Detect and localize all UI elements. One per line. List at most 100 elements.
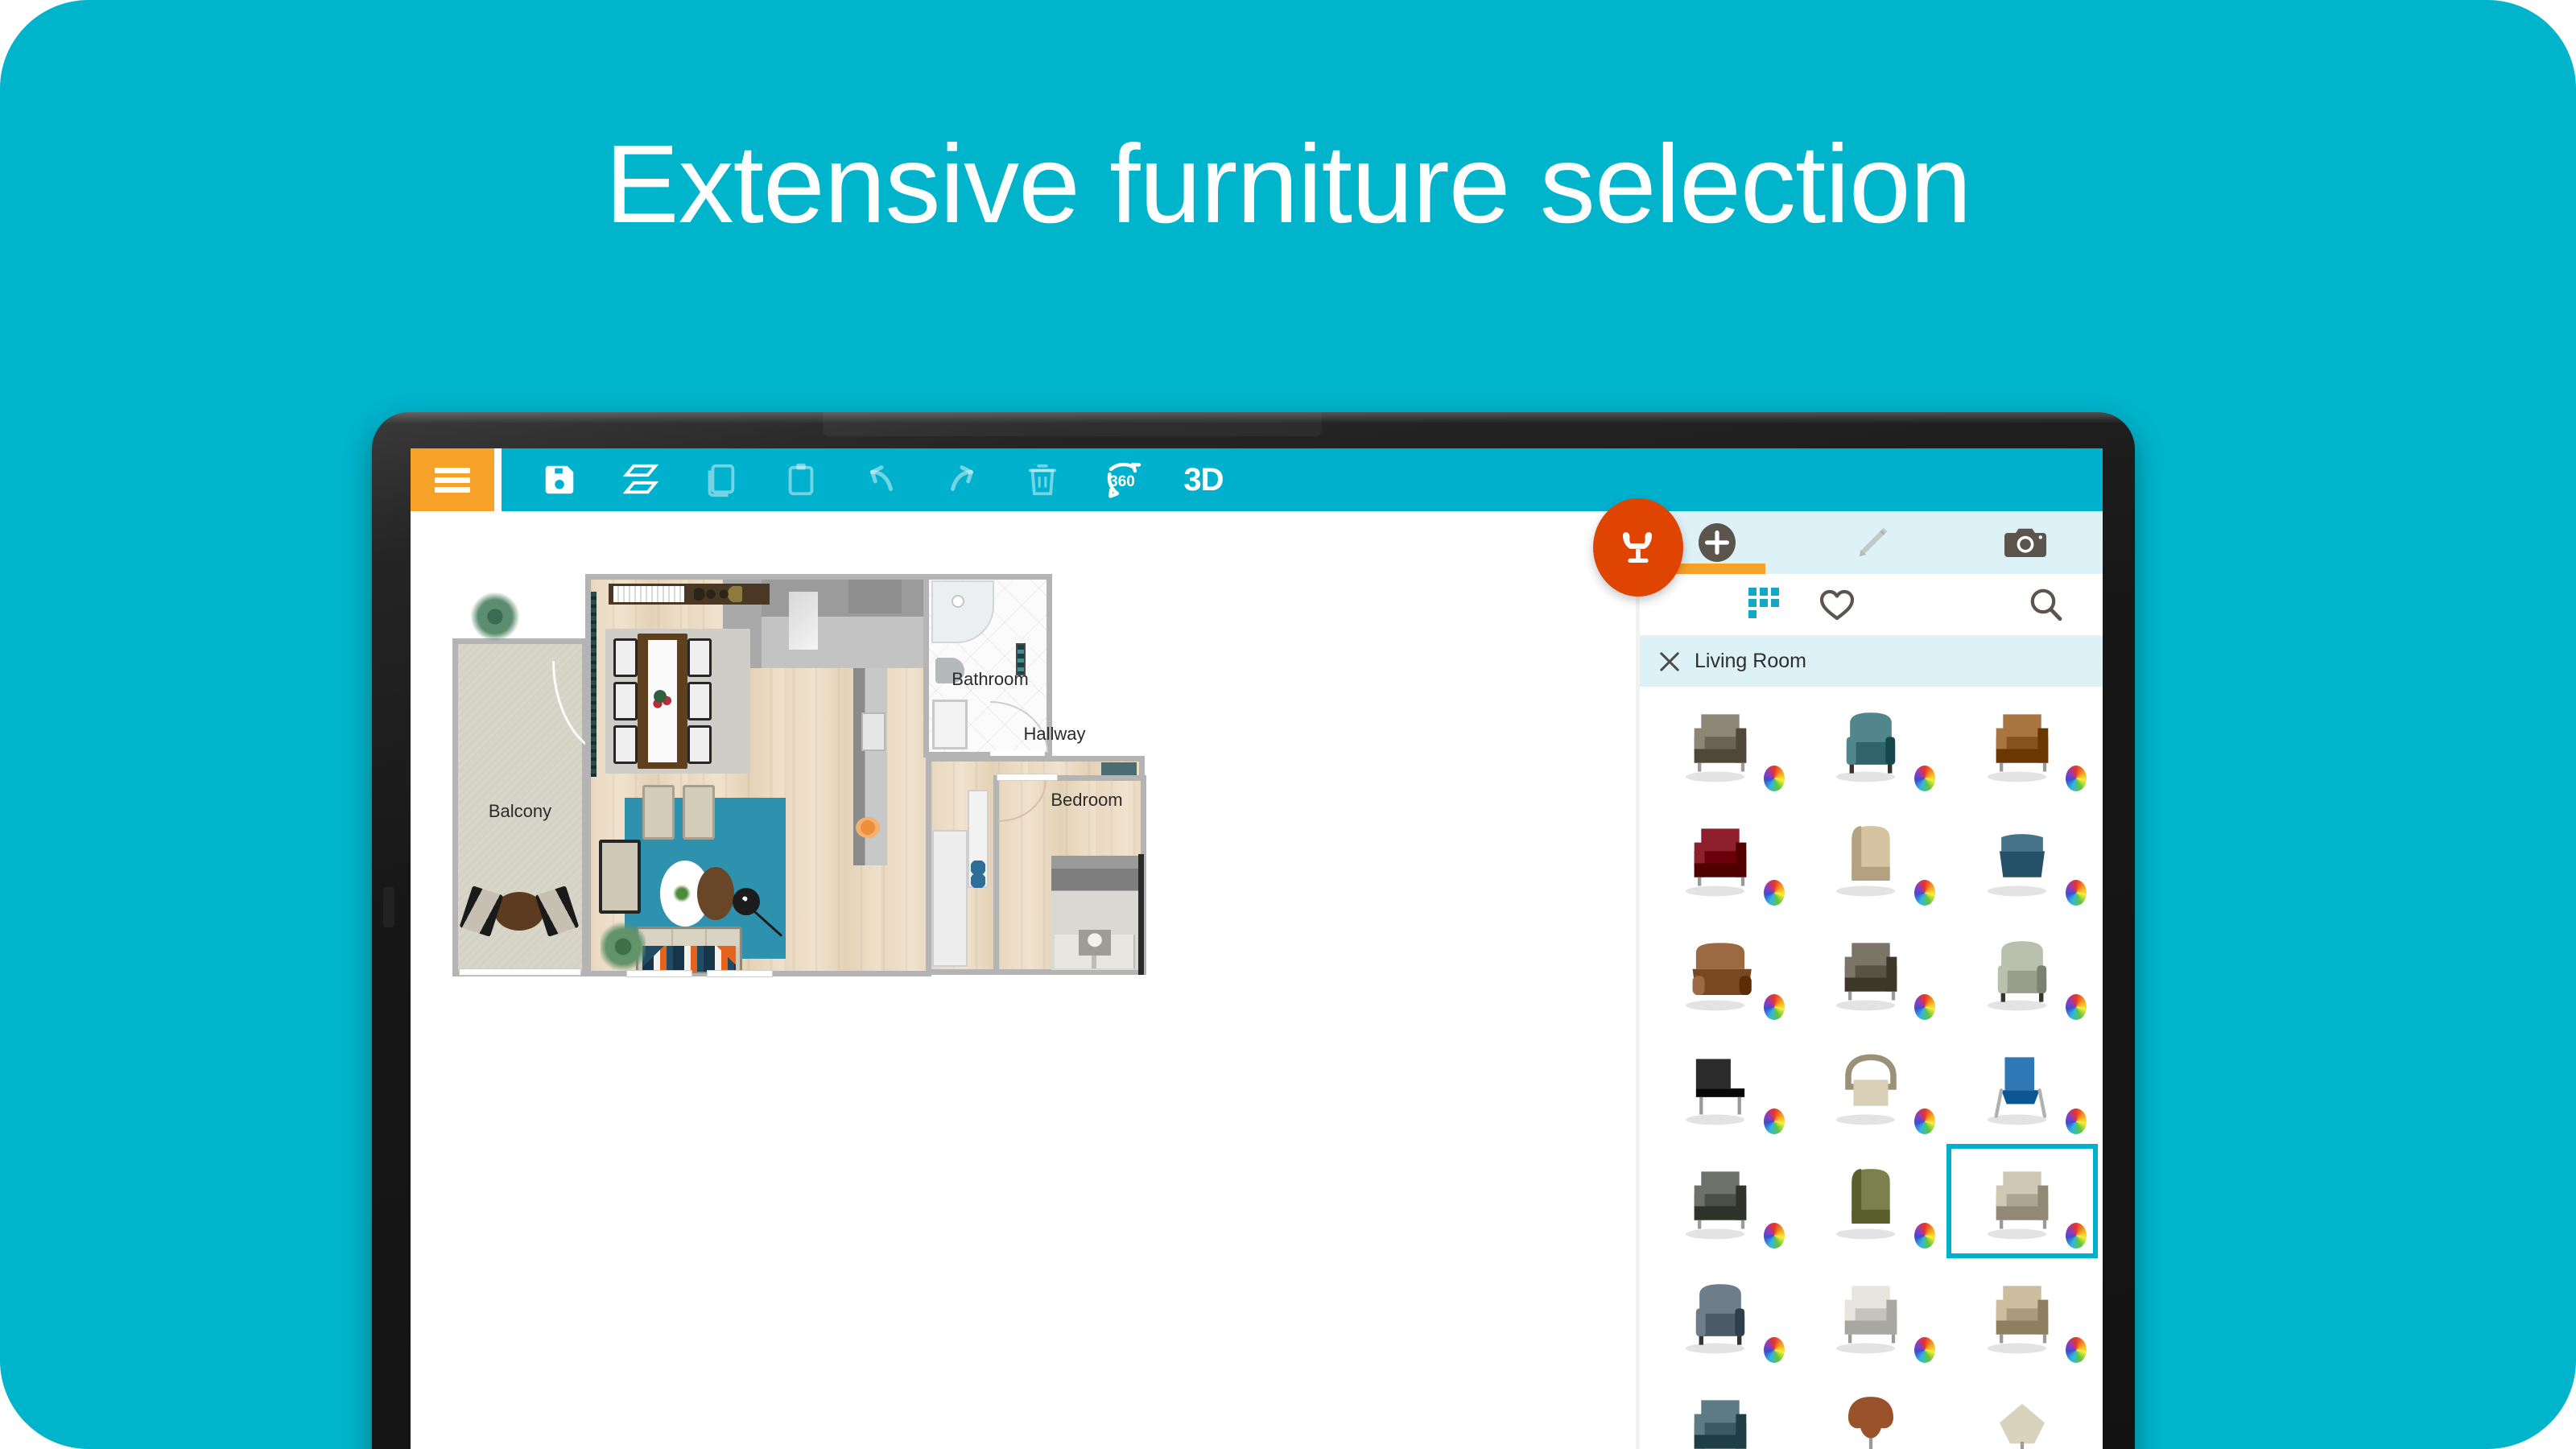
dining-chair-l1[interactable] [613,638,638,677]
delete-button[interactable]: Delete [1002,448,1083,511]
furniture-item[interactable] [1796,1258,1947,1373]
tab-edit[interactable]: Edit [1794,511,1949,574]
kitchen-fridge[interactable] [848,580,902,613]
color-wheel-icon[interactable] [1763,1337,1785,1363]
bedroom-curtain-right [1138,854,1144,975]
kitchen-sink[interactable] [861,712,886,751]
floorplan-drawing: Balcony Bathroom Hallway Bedroom [452,574,1265,1033]
furniture-item[interactable] [1796,801,1947,915]
hallway-shoe-cabinet[interactable] [932,830,968,967]
categories-button[interactable]: Categories [1728,573,1801,636]
save-button[interactable]: Save [519,448,600,511]
furniture-item[interactable] [1946,1258,2098,1373]
color-wheel-icon[interactable] [1763,1223,1785,1249]
color-wheel-icon[interactable] [1763,766,1785,791]
tab-camera[interactable]: Camera [1948,511,2103,574]
furniture-item[interactable] [1645,687,1796,801]
color-wheel-icon[interactable] [2066,1337,2087,1363]
furniture-catalog-panel: Furniture Add [1593,498,2103,1449]
tablet-side-button[interactable] [383,887,394,927]
furniture-thumbnail [1977,1388,2067,1449]
copy-button[interactable]: Copy [680,448,761,511]
furniture-item[interactable] [1946,1144,2098,1258]
furniture-item[interactable] [1946,801,2098,915]
furniture-item[interactable] [1796,1373,1947,1449]
furniture-thumbnail [1826,1045,1916,1129]
color-wheel-icon[interactable] [2066,880,2087,906]
dining-chair-l2[interactable] [613,682,638,720]
color-wheel-icon[interactable] [1914,766,1936,791]
search-button[interactable]: Search [2009,573,2082,636]
color-wheel-icon[interactable] [1914,1223,1936,1249]
living-armchair-a[interactable] [642,785,675,840]
3d-text-icon: 3D [1183,461,1224,497]
furniture-item[interactable] [1946,687,2098,801]
dining-centerpiece-flowers[interactable] [650,687,675,711]
dining-chair-r2[interactable] [687,682,712,720]
kitchen-fruit-bowl[interactable] [856,817,880,838]
color-wheel-icon[interactable] [1914,880,1936,906]
color-wheel-icon[interactable] [1914,1108,1936,1134]
bedroom-lamp[interactable] [1079,930,1111,956]
catalog-tabs: Add Edit [1640,511,2103,574]
sideboard-books[interactable] [613,586,684,602]
plus-circle-icon [1698,523,1736,562]
bathroom-sink-vanity[interactable] [932,700,968,749]
color-wheel-icon[interactable] [1763,1108,1785,1134]
furniture-item[interactable] [1645,1373,1796,1449]
living-loveseat-left[interactable] [599,840,641,914]
living-plant[interactable] [601,920,646,973]
furniture-fab-button[interactable]: Furniture [1593,498,1683,597]
color-wheel-icon[interactable] [1763,880,1785,906]
living-curtain-left [591,592,597,777]
dining-chair-r1[interactable] [687,638,712,677]
bedroom-headboard[interactable] [1051,856,1138,869]
color-wheel-icon[interactable] [2066,1108,2087,1134]
hallway-decor-bowls[interactable] [971,861,985,888]
furniture-item[interactable] [1796,1030,1947,1144]
app-toolbar: Menu Save [411,448,2103,511]
furniture-item[interactable] [1645,915,1796,1030]
furniture-item[interactable] [1946,915,2098,1030]
color-wheel-icon[interactable] [1914,994,1936,1020]
armchair-icon [1623,532,1652,563]
color-wheel-icon[interactable] [2066,1223,2087,1249]
color-wheel-icon[interactable] [2066,766,2087,791]
dining-chair-l3[interactable] [613,725,638,764]
undo-button[interactable]: Undo [841,448,922,511]
dining-chair-r3[interactable] [687,725,712,764]
color-wheel-icon[interactable] [1763,994,1785,1020]
furniture-item[interactable] [1645,1144,1796,1258]
furniture-item[interactable] [1796,1144,1947,1258]
color-wheel-icon[interactable] [2066,994,2087,1020]
color-wheel-icon[interactable] [1914,1337,1936,1363]
sideboard-decor-balls[interactable] [694,586,742,602]
furniture-item[interactable] [1796,687,1947,801]
furniture-thumbnail [1675,1388,1765,1449]
balcony-plant[interactable] [470,592,520,642]
close-x-icon [1660,651,1679,671]
favorites-button[interactable]: Favorites [1801,573,1873,636]
paste-button[interactable]: Paste [761,448,841,511]
pencil-icon [1859,527,1887,557]
view-3d-button[interactable]: 3D [1163,448,1244,511]
furniture-item[interactable] [1946,1373,2098,1449]
floorplan-canvas[interactable]: Balcony Bathroom Hallway Bedroom [411,511,1636,1449]
furniture-thumbnail [1675,1274,1765,1357]
category-filter-chip[interactable]: Living Room [1640,637,2103,687]
promo-card: Extensive furniture selection Menu [0,0,2576,1449]
view-360-button[interactable]: 360 360 [1083,448,1163,511]
furniture-thumbnail [1826,931,1916,1014]
hamburger-menu-button[interactable]: Menu [411,448,494,511]
coffee-table-wood[interactable] [697,867,734,920]
living-armchair-b[interactable] [683,785,715,840]
furniture-item[interactable] [1645,1030,1796,1144]
redo-button[interactable]: Redo [922,448,1002,511]
floors-button[interactable]: Floors [600,448,680,511]
furniture-item[interactable] [1796,915,1947,1030]
furniture-grid[interactable] [1640,687,2103,1449]
coffee-table-plant[interactable] [671,883,692,904]
furniture-item[interactable] [1645,801,1796,915]
furniture-item[interactable] [1946,1030,2098,1144]
furniture-item[interactable] [1645,1258,1796,1373]
